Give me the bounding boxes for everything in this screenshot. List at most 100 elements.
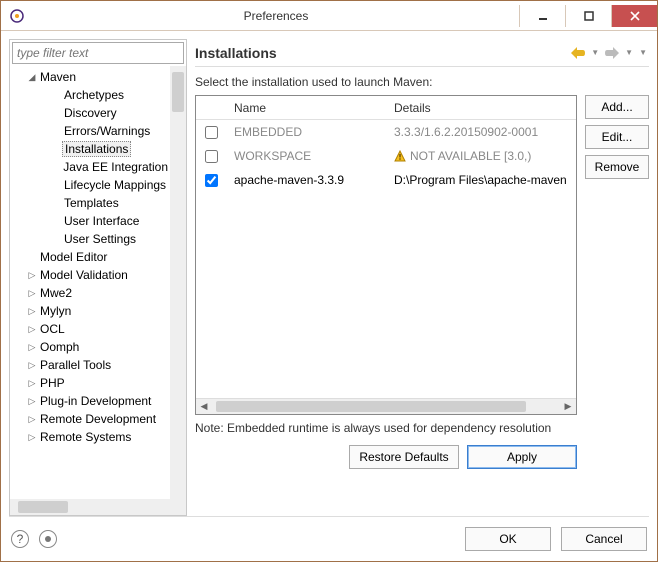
tree-item[interactable]: ▷PHP <box>10 374 170 392</box>
row-checkbox[interactable] <box>205 150 218 163</box>
table-row[interactable]: WORKSPACENOT AVAILABLE [3.0,) <box>196 144 576 168</box>
preferences-tree[interactable]: ◢Maven Archetypes Discovery Errors/Warnings… <box>10 66 170 499</box>
twist-icon[interactable]: ▷ <box>26 342 38 353</box>
scrollbar-thumb[interactable] <box>216 401 526 412</box>
lower-buttons: Restore Defaults Apply <box>195 439 577 477</box>
tree-item-label: Oomph <box>38 340 81 354</box>
content-row: Name Details EMBEDDED 3.3.3/1.6.2.2015090… <box>195 95 649 516</box>
footer-left-icons: ? <box>11 530 57 548</box>
row-details-text: 3.3.3/1.6.2.20150902-0001 <box>394 125 538 139</box>
column-name[interactable]: Name <box>226 101 386 115</box>
table-body: EMBEDDED 3.3.3/1.6.2.20150902-0001 WORKSPA… <box>196 120 576 398</box>
tree-item-label: Java EE Integration <box>61 160 170 174</box>
row-checkbox-cell <box>196 171 226 190</box>
tree-item[interactable]: User Interface <box>10 212 170 230</box>
preferences-window: Preferences ◢MavenArchetypesDiscoveryErr… <box>0 0 658 562</box>
remove-button[interactable]: Remove <box>585 155 649 179</box>
window-buttons <box>519 5 657 27</box>
filter-input[interactable] <box>12 42 184 64</box>
column-details[interactable]: Details <box>386 101 576 115</box>
cancel-button[interactable]: Cancel <box>561 527 647 551</box>
tree-item[interactable]: Discovery <box>10 104 170 122</box>
tree-item[interactable]: Model Editor <box>10 248 170 266</box>
view-menu-dropdown[interactable]: ▼ <box>637 48 649 57</box>
tree-item[interactable]: Installations <box>10 140 170 158</box>
edit-button[interactable]: Edit... <box>585 125 649 149</box>
warning-icon <box>394 150 406 162</box>
scrollbar-thumb[interactable] <box>172 72 184 112</box>
tree-item-label: Remote Systems <box>38 430 133 444</box>
tree-item[interactable]: ▷Mylyn <box>10 302 170 320</box>
twist-icon[interactable]: ◢ <box>26 72 38 83</box>
progress-icon[interactable] <box>39 530 57 548</box>
tree-item-label: Model Validation <box>38 268 130 282</box>
twist-icon[interactable]: ▷ <box>26 288 38 299</box>
forward-dropdown[interactable]: ▼ <box>623 48 635 57</box>
row-checkbox[interactable] <box>205 126 218 139</box>
ok-button[interactable]: OK <box>465 527 551 551</box>
twist-icon[interactable]: ▷ <box>26 270 38 281</box>
apply-button[interactable]: Apply <box>467 445 577 469</box>
scroll-right-icon[interactable]: ▶ <box>560 399 576 414</box>
tree-item-label: User Settings <box>62 232 138 246</box>
tree-item-label: Discovery <box>62 106 119 120</box>
row-checkbox[interactable] <box>205 174 218 187</box>
row-checkbox-cell <box>196 123 226 142</box>
tree-item[interactable]: Archetypes <box>10 86 170 104</box>
tree-item[interactable]: ▷OCL <box>10 320 170 338</box>
row-name: WORKSPACE <box>226 149 386 163</box>
body: ◢Maven Archetypes Discovery Errors/Warnings… <box>1 31 657 516</box>
tree-item-label: Installations <box>62 141 131 157</box>
tree-item[interactable]: ▷Parallel Tools <box>10 356 170 374</box>
tree-item[interactable]: Templates <box>10 194 170 212</box>
right-panel: Installations ▼ ▼ ▼ Select the installat… <box>195 39 649 516</box>
tree-item-label: Remote Development <box>38 412 158 426</box>
tree-item[interactable]: Errors/Warnings <box>10 122 170 140</box>
back-dropdown[interactable]: ▼ <box>589 48 601 57</box>
row-details: NOT AVAILABLE [3.0,) <box>386 149 576 163</box>
page-header: Installations ▼ ▼ ▼ <box>195 39 649 67</box>
table-horizontal-scrollbar[interactable]: ◀ ▶ <box>196 398 576 414</box>
tree-item[interactable]: Java EE Integration <box>10 158 170 176</box>
table-row[interactable]: EMBEDDED 3.3.3/1.6.2.20150902-0001 <box>196 120 576 144</box>
forward-button[interactable] <box>603 47 621 59</box>
twist-icon[interactable]: ▷ <box>26 306 38 317</box>
tree-item[interactable]: ▷Oomph <box>10 338 170 356</box>
close-button[interactable] <box>611 5 657 27</box>
twist-icon[interactable]: ▷ <box>26 324 38 335</box>
tree-item[interactable]: ▷Model Validation <box>10 266 170 284</box>
left-panel: ◢Maven Archetypes Discovery Errors/Warnings… <box>9 39 187 516</box>
tree-vertical-scrollbar[interactable] <box>170 66 186 499</box>
tree-item-label: Templates <box>62 196 121 210</box>
tree-item[interactable]: Lifecycle Mappings <box>10 176 170 194</box>
tree-item-label: Archetypes <box>62 88 126 102</box>
tree-item[interactable]: ◢Maven <box>10 68 170 86</box>
tree-item[interactable]: ▷Remote Systems <box>10 428 170 446</box>
tree-horizontal-scrollbar[interactable] <box>10 499 186 515</box>
back-button[interactable] <box>569 47 587 59</box>
add-button[interactable]: Add... <box>585 95 649 119</box>
twist-icon[interactable]: ▷ <box>26 378 38 389</box>
help-icon[interactable]: ? <box>11 530 29 548</box>
twist-icon[interactable]: ▷ <box>26 432 38 443</box>
table-row[interactable]: apache-maven-3.3.9D:\Program Files\apach… <box>196 168 576 192</box>
tree-item-label: User Interface <box>62 214 141 228</box>
tree-item[interactable]: ▷Mwe2 <box>10 284 170 302</box>
tree-item[interactable]: ▷Plug-in Development <box>10 392 170 410</box>
twist-icon[interactable]: ▷ <box>26 396 38 407</box>
tree-item[interactable]: User Settings <box>10 230 170 248</box>
footer: ? OK Cancel <box>1 517 657 561</box>
row-details: 3.3.3/1.6.2.20150902-0001 <box>386 125 576 139</box>
tree-item[interactable]: ▷Remote Development <box>10 410 170 428</box>
scrollbar-thumb[interactable] <box>18 501 68 513</box>
maximize-button[interactable] <box>565 5 611 27</box>
scroll-left-icon[interactable]: ◀ <box>196 399 212 414</box>
row-name: EMBEDDED <box>226 125 386 139</box>
side-buttons: Add... Edit... Remove <box>585 95 649 516</box>
twist-icon[interactable]: ▷ <box>26 360 38 371</box>
restore-defaults-button[interactable]: Restore Defaults <box>349 445 459 469</box>
twist-icon[interactable]: ▷ <box>26 414 38 425</box>
tree-item-label: Parallel Tools <box>38 358 113 372</box>
minimize-button[interactable] <box>519 5 565 27</box>
tree-item-label: Errors/Warnings <box>62 124 152 138</box>
